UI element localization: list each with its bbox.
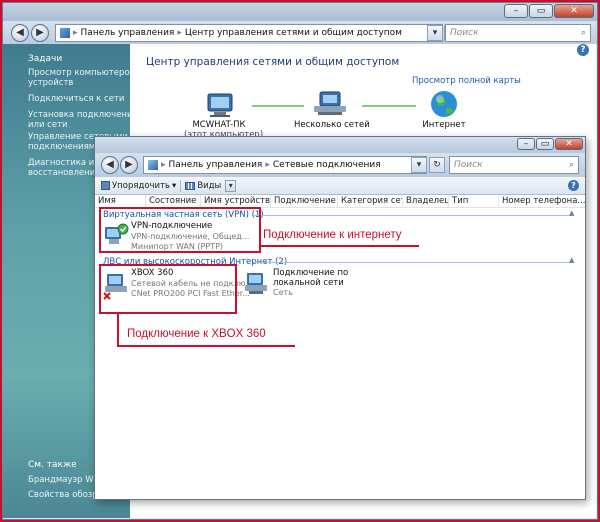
organize-button[interactable]: Упорядочить ▾: [101, 181, 176, 191]
item-status: VPN-подключение, Общед...: [131, 232, 250, 241]
address-field[interactable]: ▸ Панель управления ▸ Сетевые подключени…: [143, 156, 427, 174]
organize-label: Упорядочить: [112, 180, 171, 191]
annotation-xbox: Подключение к XBOX 360: [127, 328, 266, 340]
collapse-icon[interactable]: ▲: [569, 256, 574, 264]
views-icon: [185, 181, 196, 190]
views-label: Виды: [197, 180, 222, 191]
item-name: XBOX 360: [131, 268, 174, 278]
minimize-button[interactable]: –: [504, 4, 528, 18]
internet-label: Интернет: [422, 120, 466, 130]
toolbar-separator: [180, 179, 182, 192]
list-item[interactable]: VPN-подключение VPN-подключение, Общед..…: [103, 221, 249, 251]
views-dropdown-icon[interactable]: ▾: [225, 179, 237, 192]
page-title: Центр управления сетями и общим доступом: [146, 56, 400, 68]
computer-icon: [207, 93, 233, 117]
maximize-button[interactable]: ▭: [529, 4, 553, 18]
dropdown-arrow-icon[interactable]: ▾: [411, 157, 427, 173]
annotation-internet: Подключение к интернету: [263, 229, 402, 241]
search-icon: ⌕: [568, 160, 574, 170]
column-header[interactable]: Состояние: [146, 195, 201, 207]
address-bar: ◀ ▶ ▸ Панель управления ▸ Центр управлен…: [3, 21, 597, 45]
task-setup-connection[interactable]: Установка подключения или сети: [28, 110, 146, 130]
network-connections-window: – ▭ ✕ ◀ ▶ ▸ Панель управления ▸ Сетевые …: [94, 136, 586, 500]
network-icon: [314, 91, 346, 115]
see-also-heading: См. также: [28, 460, 77, 470]
column-header[interactable]: Имя устройства: [201, 195, 271, 207]
item-device: Минипорт WAN (PPTP): [131, 242, 224, 251]
close-button[interactable]: ✕: [554, 4, 594, 18]
group-title: Виртуальная частная сеть (VPN) (1): [103, 210, 264, 220]
lan-disconnected-icon: [103, 274, 127, 300]
group-divider: [253, 262, 571, 263]
window-controls: – ▭ ✕: [517, 138, 583, 150]
column-header[interactable]: Подключение: [271, 195, 338, 207]
tasks-heading: Задачи: [28, 54, 63, 64]
chevron-right-icon: ▸: [161, 160, 166, 170]
task-view-computers[interactable]: Просмотр компьютеров и устройств: [28, 68, 146, 88]
control-panel-icon: [60, 28, 70, 38]
lan-connection-icon: [245, 273, 267, 294]
organize-icon: [101, 181, 110, 190]
help-icon[interactable]: ?: [577, 44, 589, 56]
computer-label: MCWHAT-ПК: [192, 120, 246, 130]
views-button[interactable]: Виды: [185, 181, 221, 191]
group-divider: [253, 215, 571, 216]
annotation-underline: [261, 245, 419, 247]
chevron-right-icon: ▸: [265, 160, 270, 170]
breadcrumb-item[interactable]: Центр управления сетями и общим доступом: [185, 28, 402, 38]
collapse-icon[interactable]: ▲: [569, 209, 574, 217]
search-icon: ⌕: [580, 28, 586, 38]
command-bar: Упорядочить ▾ Виды ▾ ?: [95, 177, 585, 195]
minimize-button[interactable]: –: [517, 138, 535, 150]
maximize-button[interactable]: ▭: [536, 138, 554, 150]
group-header-vpn[interactable]: Виртуальная частная сеть (VPN) (1): [103, 210, 264, 220]
column-header-row: Имя Состояние Имя устройства Подключение…: [95, 195, 585, 208]
item-name: VPN-подключение: [131, 221, 213, 231]
list-item[interactable]: XBOX 360 Сетевой кабель не подклю... CNe…: [103, 268, 253, 302]
breadcrumb-item[interactable]: Сетевые подключения: [273, 160, 381, 170]
network-map: [207, 91, 457, 117]
back-button[interactable]: ◀: [11, 24, 29, 42]
breadcrumb-item[interactable]: Панель управления: [169, 160, 263, 170]
network-label: Несколько сетей: [294, 120, 370, 130]
title-bar: – ▭ ✕: [95, 137, 585, 153]
task-connect-network[interactable]: Подключиться к сети: [28, 94, 146, 104]
title-bar: – ▭ ✕: [3, 3, 597, 21]
vpn-connection-icon: [105, 223, 129, 244]
search-placeholder: Поиск: [450, 28, 479, 38]
refresh-icon[interactable]: ↻: [429, 157, 445, 173]
address-bar: ◀ ▶ ▸ Панель управления ▸ Сетевые подклю…: [95, 153, 585, 177]
breadcrumb-item[interactable]: Панель управления: [81, 28, 175, 38]
column-header[interactable]: Тип: [449, 195, 499, 207]
close-button[interactable]: ✕: [555, 138, 583, 150]
chevron-down-icon: ▾: [172, 180, 177, 191]
chevron-right-icon: ▸: [73, 28, 78, 38]
dropdown-arrow-icon[interactable]: ▾: [427, 25, 443, 41]
search-placeholder: Поиск: [454, 160, 483, 170]
annotation-connector: [117, 314, 119, 346]
annotation-underline: [117, 345, 295, 347]
search-input[interactable]: Поиск ⌕: [449, 156, 579, 174]
globe-icon: [431, 91, 457, 117]
address-field[interactable]: ▸ Панель управления ▸ Центр управления с…: [55, 24, 443, 42]
help-icon[interactable]: ?: [568, 180, 579, 191]
column-header[interactable]: Имя: [95, 195, 146, 207]
item-name: Подключение по локальной сети: [273, 268, 349, 288]
item-status: Сетевой кабель не подклю...: [131, 279, 254, 288]
item-status: Сеть: [273, 288, 293, 297]
back-button[interactable]: ◀: [101, 156, 119, 174]
network-folder-icon: [148, 160, 158, 170]
forward-button[interactable]: ▶: [120, 156, 138, 174]
list-item[interactable]: Подключение по локальной сети Сеть: [243, 268, 393, 302]
window-controls: – ▭ ✕: [504, 4, 594, 18]
column-header[interactable]: Номер телефона...: [499, 195, 585, 207]
search-input[interactable]: Поиск ⌕: [445, 24, 591, 42]
item-device: CNet PRO200 PCI Fast Ether...: [131, 289, 250, 298]
forward-button[interactable]: ▶: [31, 24, 49, 42]
full-map-link[interactable]: Просмотр полной карты: [412, 76, 521, 86]
chevron-right-icon: ▸: [177, 28, 182, 38]
column-header[interactable]: Категория сети: [338, 195, 403, 207]
column-header[interactable]: Владелец: [403, 195, 449, 207]
